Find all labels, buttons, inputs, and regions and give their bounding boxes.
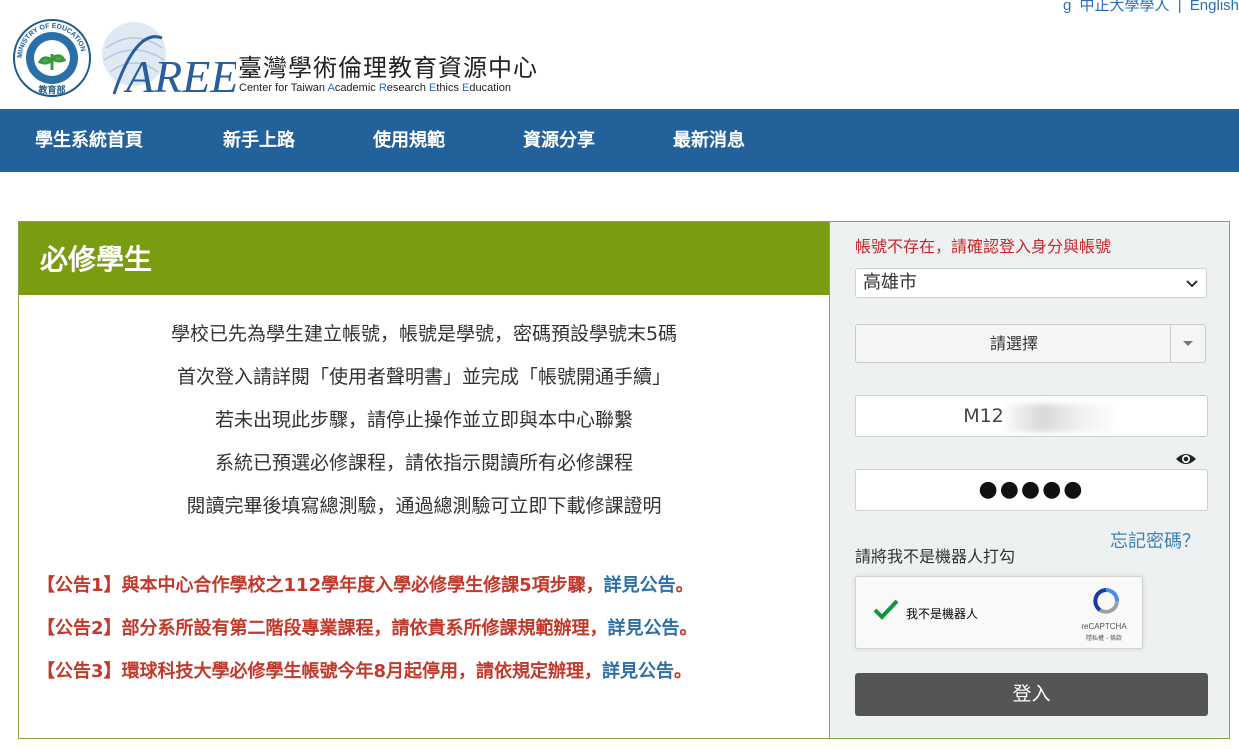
site-title: 臺灣學術倫理教育資源中心 [238,54,538,82]
subtitle-initial: R [378,82,387,94]
chevron-down-icon [1186,270,1198,309]
subtitle-text: esearch [386,82,429,94]
announcement-link[interactable]: 詳見公告 [602,661,674,682]
eye-icon[interactable] [1175,451,1197,467]
recaptcha-label: 我不是機器人 [906,607,979,621]
city-select[interactable]: 高雄市 [855,268,1207,298]
site-subtitle: Center for Taiwan Academic Research Ethi… [239,82,511,94]
top-link-1[interactable]: 中正大學學人 [1080,0,1170,14]
school-select-toggle[interactable] [1170,325,1205,362]
announcement-link[interactable]: 詳見公告 [608,618,680,639]
intro-line: 學校已先為學生建立帳號，帳號是學號，密碼預設學號末5碼 [170,323,678,345]
checkmark-icon[interactable] [872,597,900,621]
caret-down-icon [1183,341,1193,346]
top-link-english[interactable]: English [1190,0,1239,14]
recaptcha-terms-link[interactable]: 隱私權 - 條款 [1069,633,1139,642]
announcement-3: 【公告3】環球科技大學必修學生帳號今年8月起停用，請依規定辦理，詳見公告。 [37,660,827,703]
top-links: g 中正大學學人 | English [1059,0,1239,15]
ministry-of-education-logo[interactable]: MINISTRY OF EDUCATION 教育部 [12,18,92,98]
nav-item-latest-news[interactable]: 最新消息 [673,109,745,172]
captcha-hint: 請將我不是機器人打勾 [855,547,1016,566]
recaptcha-logo-icon [1093,588,1119,614]
forgot-password-link[interactable]: 忘記密碼？ [1110,527,1200,553]
subtitle-text: cademic [334,82,379,94]
announcement-text: 【公告2】部分系所設有第二階段專業課程，請依貴系所修課規範辦理， [37,618,608,639]
section-header: 必修學生 [19,222,829,295]
subtitle-text: thics [436,82,463,94]
main-nav: 學生系統首頁 新手上路 使用規範 資源分享 最新消息 [0,109,1239,172]
intro-line: 若未出現此步驟，請停止操作並立即與本中心聯繫 [214,409,633,431]
nav-item-usage-rules[interactable]: 使用規範 [373,109,445,172]
login-button[interactable]: 登入 [855,673,1208,716]
aree-logo[interactable]: AREE [96,18,236,98]
account-input[interactable]: M12 [855,395,1208,437]
intro-text: 學校已先為學生建立帳號，帳號是學號，密碼預設學號末5碼 首次登入請詳閱「使用者聲… [19,321,829,536]
intro-line: 系統已預選必修課程，請依指示閱讀所有必修課程 [214,452,633,474]
nav-item-getting-started[interactable]: 新手上路 [223,109,295,172]
login-form: 帳號不存在，請確認登入身分與帳號 高雄市 請選擇 M12 ●●●●● 忘記密碼？ [829,222,1229,738]
password-mask: ●●●●● [978,477,1085,502]
announcement-end: 。 [675,575,694,596]
intro-line: 首次登入請詳閱「使用者聲明書」並完成「帳號開通手續」 [176,366,671,388]
aree-logo-text: AREE [123,51,236,98]
school-select[interactable]: 請選擇 [855,324,1206,363]
login-error-message: 帳號不存在，請確認登入身分與帳號 [855,237,1112,256]
announcement-link[interactable]: 詳見公告 [604,575,676,596]
subtitle-text: ducation [469,82,511,94]
announcement-list: 【公告1】與本中心合作學校之112學年度入學必修學生修課5項步驟，詳見公告。 【… [37,574,827,703]
moe-logo-cn: 教育部 [37,84,65,96]
intro-line: 閱讀完畢後填寫總測驗，通過總測驗可立即下載修課證明 [186,495,662,517]
password-input[interactable]: ●●●●● [855,469,1208,511]
main-panel: 必修學生 學校已先為學生建立帳號，帳號是學號，密碼預設學號末5碼 首次登入請詳閱… [18,221,1230,739]
announcement-end: 。 [674,661,693,682]
announcement-text: 【公告3】環球科技大學必修學生帳號今年8月起停用，請依規定辦理， [37,661,603,682]
nav-item-student-home[interactable]: 學生系統首頁 [35,109,143,172]
info-column: 必修學生 學校已先為學生建立帳號，帳號是學號，密碼預設學號末5碼 首次登入請詳閱… [19,222,829,738]
announcement-2: 【公告2】部分系所設有第二階段專業課程，請依貴系所修課規範辦理，詳見公告。 [37,617,827,660]
top-link-separator: | [1177,0,1182,14]
school-select-placeholder: 請選擇 [989,334,1038,353]
recaptcha-widget[interactable]: 我不是機器人 reCAPTCHA 隱私權 - 條款 [855,576,1143,649]
recaptcha-brand: reCAPTCHA [1081,622,1127,631]
announcement-end: 。 [679,618,698,639]
redacted-blur [1006,404,1116,432]
subtitle-initial: A [327,82,335,94]
section-title: 必修學生 [40,243,153,276]
city-select-value: 高雄市 [863,272,917,293]
nav-item-resource-sharing[interactable]: 資源分享 [523,109,595,172]
site-header: g 中正大學學人 | English MINISTRY OF EDUCATION… [0,0,1239,109]
announcement-1: 【公告1】與本中心合作學校之112學年度入學必修學生修課5項步驟，詳見公告。 [37,574,827,617]
account-input-value: M12 [963,405,1004,427]
top-link-0[interactable]: g [1063,0,1071,14]
subtitle-text: Center for Taiwan [239,82,328,94]
announcement-text: 【公告1】與本中心合作學校之112學年度入學必修學生修課5項步驟， [37,575,604,596]
